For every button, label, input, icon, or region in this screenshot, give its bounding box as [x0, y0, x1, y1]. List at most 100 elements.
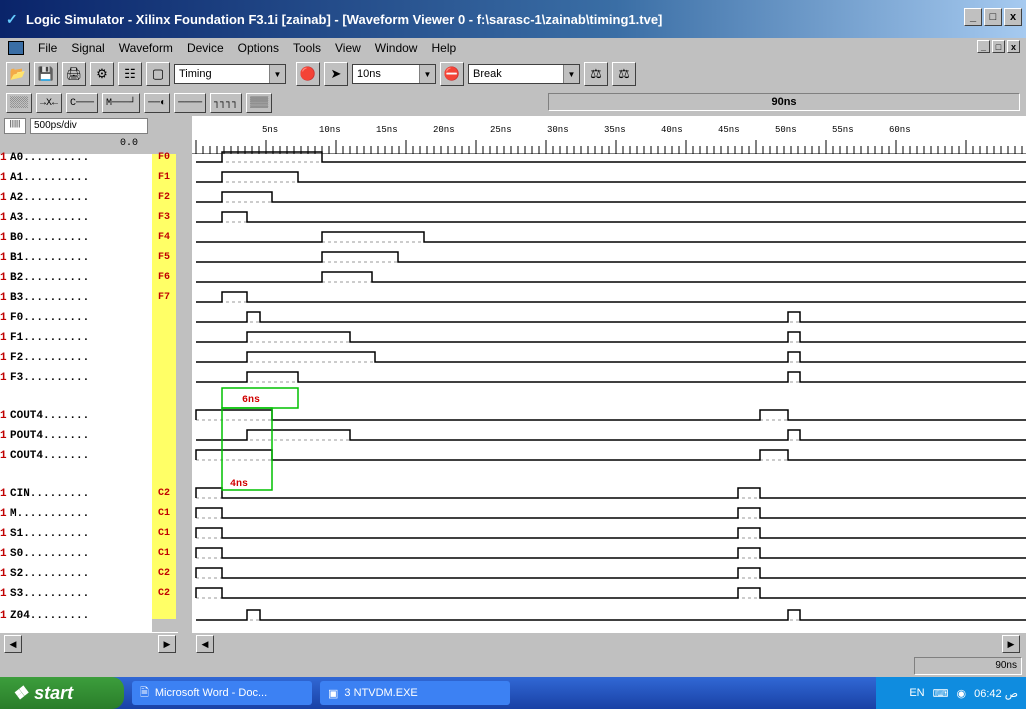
- step-icon[interactable]: ➤: [324, 62, 348, 86]
- app-icon: ✓: [6, 11, 18, 27]
- title-bar: ✓ Logic Simulator - Xilinx Foundation F3…: [0, 0, 1026, 38]
- ruler-label: 40ns: [661, 125, 683, 135]
- menu-tools[interactable]: Tools: [293, 41, 321, 55]
- menu-waveform[interactable]: Waveform: [119, 41, 173, 55]
- taskbar: ❖ start 🗎 Microsoft Word - Doc... ▣ 3 NT…: [0, 677, 1026, 709]
- task-word[interactable]: 🗎 Microsoft Word - Doc...: [132, 681, 312, 705]
- menu-view[interactable]: View: [335, 41, 361, 55]
- delay-annotation: 4ns: [230, 479, 248, 490]
- close-button[interactable]: x: [1004, 8, 1022, 26]
- ruler-label: 60ns: [889, 125, 911, 135]
- waveform-trace: [196, 171, 1026, 183]
- wave-button-8[interactable]: ▒▒▒: [246, 93, 273, 113]
- start-label: start: [34, 682, 74, 703]
- main-toolbar: 📂 💾 🖨 ⚙ ☷ ▢ Timing ▼ 🔴 ➤ 10ns ▼ ⛔ Break …: [0, 60, 1026, 88]
- wave-button-5[interactable]: ──◐: [144, 93, 171, 113]
- waveform-trace: [196, 231, 1026, 243]
- scroll-left-icon[interactable]: ◀: [196, 635, 214, 653]
- scroll-left-icon[interactable]: ◀: [4, 635, 22, 653]
- clock: 06:42 ص: [974, 687, 1018, 700]
- mode-value: Timing: [179, 68, 212, 80]
- mdi-close-button[interactable]: x: [1007, 40, 1020, 53]
- waveform-trace: [195, 587, 1026, 599]
- waveform-trace: [196, 371, 1026, 383]
- waveform-icon[interactable]: ▢: [146, 62, 170, 86]
- system-tray: EN ⌨ ◉ 06:42 ص: [876, 677, 1026, 709]
- step-size-select[interactable]: 10ns ▼: [352, 64, 436, 84]
- waveform-trace: [196, 429, 1026, 441]
- wave-button-1[interactable]: ░░░: [6, 93, 33, 113]
- maximize-button[interactable]: □: [984, 8, 1002, 26]
- chevron-down-icon[interactable]: ▼: [563, 65, 579, 83]
- mdi-restore-button[interactable]: □: [992, 40, 1005, 53]
- start-button[interactable]: ❖ start: [0, 677, 124, 709]
- menu-file[interactable]: File: [38, 41, 57, 55]
- wave-button-4[interactable]: M───┘: [102, 93, 141, 113]
- wave-button-6[interactable]: ────: [174, 93, 207, 113]
- console-icon: ▣: [328, 687, 339, 700]
- break-value: Break: [473, 68, 502, 80]
- ruler-label: 5ns: [262, 125, 278, 135]
- delay-annotation: 6ns: [242, 395, 260, 406]
- keyboard-icon[interactable]: ⌨: [933, 687, 949, 700]
- wave-button-7[interactable]: ┐┐┐┐: [210, 93, 243, 113]
- wave-button-2[interactable]: →X←: [36, 93, 63, 113]
- ruler-label: 50ns: [775, 125, 797, 135]
- waveform-viewer: ||||| 500ps/div 0.0 1 A0.......... F0 1 A1..…: [0, 116, 1026, 632]
- waveform-trace: [195, 449, 1026, 461]
- names-scrollbar[interactable]: ◀ ▶: [0, 632, 178, 654]
- break-select[interactable]: Break ▼: [468, 64, 580, 84]
- find-icon[interactable]: ⚖: [584, 62, 608, 86]
- waveform-trace: [195, 567, 1026, 579]
- mdi-minimize-button[interactable]: _: [977, 40, 990, 53]
- menu-signal[interactable]: Signal: [71, 41, 104, 55]
- waveform-trace: [195, 547, 1026, 559]
- signal-list-icon[interactable]: ☷: [118, 62, 142, 86]
- total-time-display: 90ns: [914, 657, 1022, 675]
- cursor-time-display: 90ns: [548, 93, 1020, 111]
- menu-bar: File Signal Waveform Device Options Tool…: [0, 38, 1026, 58]
- waveform-trace: [196, 351, 1026, 363]
- waveform-scrollbar[interactable]: ◀ ▶: [192, 632, 1026, 654]
- task-ntvdm[interactable]: ▣ 3 NTVDM.EXE: [320, 681, 510, 705]
- task-ntvdm-label: 3 NTVDM.EXE: [344, 687, 418, 699]
- document-icon[interactable]: [8, 41, 24, 55]
- language-indicator[interactable]: EN: [909, 687, 924, 699]
- menu-window[interactable]: Window: [375, 41, 418, 55]
- mode-select[interactable]: Timing ▼: [174, 64, 286, 84]
- minimize-button[interactable]: _: [964, 8, 982, 26]
- task-word-label: Microsoft Word - Doc...: [154, 687, 268, 699]
- word-icon: 🗎: [140, 686, 149, 699]
- ruler-label: 30ns: [547, 125, 569, 135]
- waveform-trace: [196, 331, 1026, 343]
- stop-icon[interactable]: ⛔: [440, 62, 464, 86]
- ruler-label: 55ns: [832, 125, 854, 135]
- network-icon[interactable]: ◉: [956, 687, 966, 700]
- waveform-trace: [196, 191, 1026, 203]
- open-icon[interactable]: 📂: [6, 62, 30, 86]
- menu-device[interactable]: Device: [187, 41, 224, 55]
- window-title: Logic Simulator - Xilinx Foundation F3.1…: [26, 11, 663, 27]
- find-next-icon[interactable]: ⚖: [612, 62, 636, 86]
- ruler-label: 15ns: [376, 125, 398, 135]
- waveform-trace: [196, 311, 1026, 323]
- menu-options[interactable]: Options: [238, 41, 279, 55]
- scroll-right-icon[interactable]: ▶: [1002, 635, 1020, 653]
- menu-help[interactable]: Help: [431, 41, 456, 55]
- waveform-trace: [195, 487, 1026, 499]
- waveform-trace: [196, 609, 1026, 621]
- chevron-down-icon[interactable]: ▼: [419, 65, 435, 83]
- status-bar: [0, 654, 1026, 676]
- waveform-trace: [196, 151, 1026, 163]
- probe-icon[interactable]: ⚙: [90, 62, 114, 86]
- save-icon[interactable]: 💾: [34, 62, 58, 86]
- run-icon[interactable]: 🔴: [296, 62, 320, 86]
- waveform-trace: [196, 211, 1026, 223]
- scroll-right-icon[interactable]: ▶: [158, 635, 176, 653]
- waveform-trace: [196, 291, 1026, 303]
- chevron-down-icon[interactable]: ▼: [269, 65, 285, 83]
- step-size-value: 10ns: [357, 68, 381, 80]
- wave-button-3[interactable]: C───: [66, 93, 99, 113]
- waveform-canvas[interactable]: 5ns 10ns 15ns 20ns 25ns 30ns 35ns 40ns 45ns 50ns 5…: [0, 116, 1026, 632]
- print-icon[interactable]: 🖨: [62, 62, 86, 86]
